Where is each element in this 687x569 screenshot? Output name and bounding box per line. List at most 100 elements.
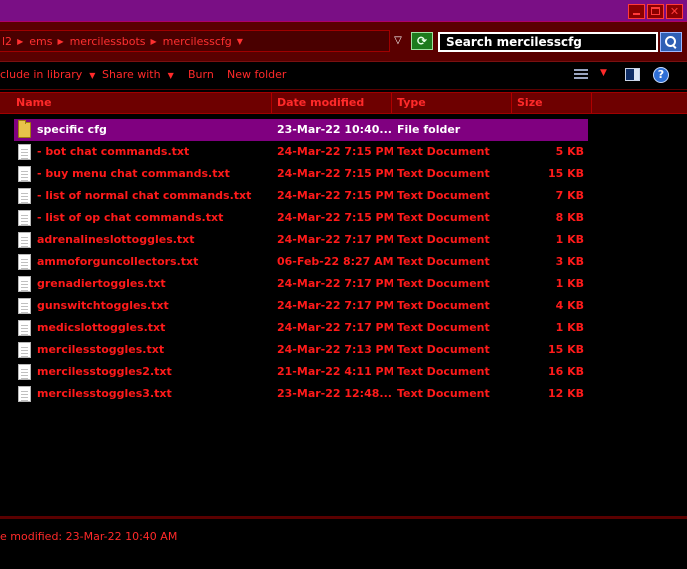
file-name: - list of op chat commands.txt (37, 211, 224, 224)
file-type: Text Document (397, 189, 490, 202)
breadcrumb[interactable]: l2 ▶ ems ▶ mercilessbots ▶ mercilesscfg … (0, 30, 390, 52)
address-history-dropdown[interactable]: ▽ (392, 35, 404, 47)
close-button[interactable]: ✕ (666, 4, 683, 19)
file-row[interactable]: medicslottoggles.txt 24-Mar-22 7:17 PM Tex… (14, 317, 588, 339)
column-header-size[interactable]: Size (512, 93, 592, 113)
preview-pane-icon[interactable] (625, 68, 640, 81)
minimize-icon (633, 13, 640, 15)
file-date-modified: 24-Mar-22 7:17 PM (277, 299, 393, 312)
file-date-modified: 24-Mar-22 7:15 PM (277, 145, 393, 158)
file-date-modified: 23-Mar-22 12:48... (277, 387, 392, 400)
file-date-modified: 21-Mar-22 4:11 PM (277, 365, 393, 378)
file-row[interactable]: mercilesstoggles2.txt 21-Mar-22 4:11 PM Te… (14, 361, 588, 383)
file-type: Text Document (397, 145, 490, 158)
help-icon[interactable]: ? (653, 67, 669, 83)
file-type: Text Document (397, 321, 490, 334)
file-size: 5 KB (555, 145, 584, 158)
details-pane: e modified: 23-Mar-22 10:40 AM (0, 516, 687, 569)
view-dropdown-icon[interactable]: ▼ (600, 68, 607, 78)
chevron-right-icon[interactable]: ▶ (52, 37, 67, 46)
column-header-filler (592, 93, 687, 113)
file-size: 8 KB (555, 211, 584, 224)
file-row[interactable]: - bot chat commands.txt 24-Mar-22 7:15 PM… (14, 141, 588, 163)
search-input[interactable]: Search mercilesscfg (438, 32, 658, 52)
minimize-button[interactable] (628, 4, 645, 19)
column-header-date-modified[interactable]: Date modified (272, 93, 392, 113)
text-file-icon (18, 144, 31, 160)
text-file-icon (18, 232, 31, 248)
file-type: Text Document (397, 343, 490, 356)
file-list: specific cfg 23-Mar-22 10:40... File folde… (0, 118, 687, 516)
file-date-modified: 24-Mar-22 7:15 PM (277, 211, 393, 224)
explorer-window: ✕ l2 ▶ ems ▶ mercilessbots ▶ mercilesscf… (0, 0, 687, 569)
maximize-button[interactable] (647, 4, 664, 19)
text-file-icon (18, 166, 31, 182)
file-size (514, 119, 584, 141)
file-date-modified: 23-Mar-22 10:40... (277, 123, 392, 136)
new-folder-button[interactable]: New folder (227, 68, 286, 81)
file-size: 15 KB (547, 167, 584, 180)
include-in-library-button[interactable]: clude in library ▼ (0, 68, 95, 81)
file-row[interactable]: grenadiertoggles.txt 24-Mar-22 7:17 PM Tex… (14, 273, 588, 295)
text-file-icon (18, 342, 31, 358)
file-row[interactable]: - list of normal chat commands.txt 24-Mar… (14, 185, 588, 207)
burn-button[interactable]: Burn (188, 68, 214, 81)
file-size: 7 KB (555, 189, 584, 202)
file-name: adrenalineslottoggles.txt (37, 233, 195, 246)
file-name: specific cfg (37, 123, 107, 136)
file-type: Text Document (397, 365, 490, 378)
column-header: Name Date modified Type Size (0, 92, 687, 114)
file-name: gunswitchtoggles.txt (37, 299, 169, 312)
folder-icon (18, 120, 31, 138)
breadcrumb-item[interactable]: mercilessbots ▶ (68, 35, 161, 48)
file-size: 4 KB (555, 299, 584, 312)
breadcrumb-item[interactable]: mercilesscfg ▼ (161, 35, 247, 48)
file-type: Text Document (397, 387, 490, 400)
file-date-modified: 24-Mar-22 7:17 PM (277, 277, 393, 290)
search-input-text: Search mercilesscfg (446, 35, 582, 49)
file-row[interactable]: - list of op chat commands.txt 24-Mar-22 … (14, 207, 588, 229)
file-date-modified: 06-Feb-22 8:27 AM (277, 255, 393, 268)
file-row[interactable]: gunswitchtoggles.txt 24-Mar-22 7:17 PM Tex… (14, 295, 588, 317)
column-header-name[interactable]: Name (0, 93, 272, 113)
file-name: - list of normal chat commands.txt (37, 189, 252, 202)
text-file-icon (18, 320, 31, 336)
close-icon: ✕ (669, 5, 680, 18)
breadcrumb-item[interactable]: ems ▶ (27, 35, 67, 48)
caret-down-icon: ▼ (89, 71, 96, 80)
file-date-modified: 24-Mar-22 7:13 PM (277, 343, 393, 356)
file-row[interactable]: adrenalineslottoggles.txt 24-Mar-22 7:17 … (14, 229, 588, 251)
file-type: Text Document (397, 255, 490, 268)
file-size: 1 KB (555, 321, 584, 334)
text-file-icon (18, 364, 31, 380)
file-date-modified: 24-Mar-22 7:15 PM (277, 189, 393, 202)
text-file-icon (18, 188, 31, 204)
file-row[interactable]: ammoforguncollectors.txt 06-Feb-22 8:27 A… (14, 251, 588, 273)
refresh-icon: ⟳ (416, 34, 428, 48)
view-options-icon[interactable] (574, 69, 588, 81)
chevron-down-icon[interactable]: ▼ (232, 37, 247, 46)
text-file-icon (18, 298, 31, 314)
search-button[interactable] (660, 32, 682, 52)
text-file-icon (18, 210, 31, 226)
file-name: grenadiertoggles.txt (37, 277, 166, 290)
chevron-right-icon[interactable]: ▶ (146, 37, 161, 46)
refresh-button[interactable]: ⟳ (411, 32, 433, 50)
column-header-type[interactable]: Type (392, 93, 512, 113)
file-name: mercilesstoggles3.txt (37, 387, 172, 400)
caret-down-icon: ▼ (167, 71, 174, 80)
file-row[interactable]: mercilesstoggles3.txt 23-Mar-22 12:48... T… (14, 383, 588, 405)
breadcrumb-item[interactable]: l2 ▶ (0, 35, 27, 48)
chevron-right-icon[interactable]: ▶ (12, 37, 27, 46)
file-name: medicslottoggles.txt (37, 321, 166, 334)
file-name: ammoforguncollectors.txt (37, 255, 199, 268)
share-with-button[interactable]: Share with ▼ (102, 68, 174, 81)
search-icon (665, 36, 677, 48)
file-name: mercilesstoggles.txt (37, 343, 165, 356)
file-size: 1 KB (555, 233, 584, 246)
file-row[interactable]: mercilesstoggles.txt 24-Mar-22 7:13 PM Tex… (14, 339, 588, 361)
maximize-icon (651, 7, 660, 15)
file-row[interactable]: - buy menu chat commands.txt 24-Mar-22 7:… (14, 163, 588, 185)
folder-row[interactable]: specific cfg 23-Mar-22 10:40... File folde… (14, 119, 588, 141)
file-size: 12 KB (547, 387, 584, 400)
